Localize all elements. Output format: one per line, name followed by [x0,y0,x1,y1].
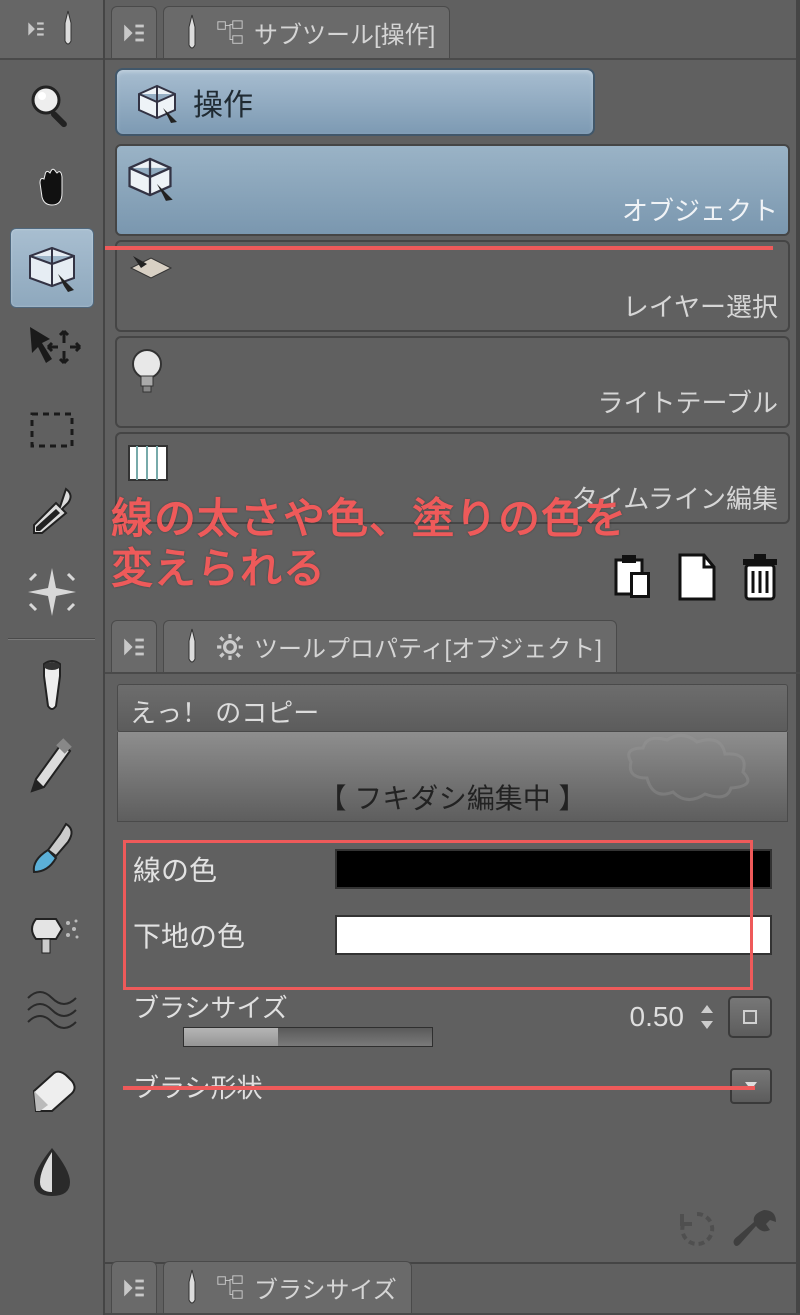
gear-icon [216,627,244,667]
brushsize-tabbar: ブラシサイズ [105,1262,800,1315]
annotation-box [123,840,753,990]
property-tab[interactable]: ツールプロパティ[オブジェクト] [163,620,617,672]
subtool-item-lighttable[interactable]: ライトテーブル [115,336,790,428]
tool-brush[interactable] [10,808,94,888]
tool-eyedropper[interactable] [10,471,94,551]
brush-size-value[interactable]: 0.50 [630,1001,685,1033]
wrench-icon[interactable] [732,1204,782,1254]
subtool-label: ライトテーブル [598,383,778,420]
group-label: 操作 [193,80,253,124]
subtool-title: サブツール[操作] [254,15,435,50]
brush-size-slider[interactable] [183,1027,433,1047]
hierarchy-icon [216,13,244,53]
hierarchy-icon [216,1268,244,1308]
tool-property-panel: ツールプロパティ[オブジェクト] えっ！ のコピー 【 フキダシ編集中 】 線の… [105,618,800,1234]
panel-menu-tab[interactable] [111,6,157,58]
tool-eraser[interactable] [10,1051,94,1131]
refresh-icon[interactable] [676,1208,718,1250]
operation-icon [125,152,175,202]
subtool-tabbar: サブツール[操作] [105,0,800,60]
tool-hand[interactable] [10,147,94,227]
main-area: サブツール[操作] 操作 オブジェクト レイヤー選択 ライトテーブル タイムライ… [105,0,800,1315]
brush-size-label: ブラシサイズ [133,988,620,1025]
pen-icon [178,1268,206,1308]
subtool-label: オブジェクト [622,191,778,228]
menu-icon[interactable] [25,18,47,40]
subtool-item-object[interactable]: オブジェクト [115,144,790,236]
divider [8,638,95,640]
subtool-tab[interactable]: サブツール[操作] [163,6,450,58]
tool-sparkle[interactable] [10,552,94,632]
annotation-line-2 [123,1086,755,1090]
tool-magnifier[interactable] [10,66,94,146]
tool-move[interactable] [10,309,94,389]
annotation-text: 線の太さや色、塗りの色を 変えられる [111,494,627,595]
panel-menu-tab[interactable] [111,620,157,672]
tool-marquee[interactable] [10,390,94,470]
tool-blend[interactable] [10,1132,94,1212]
brush-size-spinner[interactable] [696,1002,718,1032]
operation-icon [135,80,179,124]
tool-airbrush[interactable] [10,889,94,969]
property-tabbar: ツールプロパティ[オブジェクト] [105,618,800,674]
sidebar-header [0,0,103,60]
pen-icon [178,13,206,53]
brush-preview-button[interactable] [728,996,772,1038]
brushsize-tab[interactable]: ブラシサイズ [163,1261,412,1313]
edit-status: 【 フキダシ編集中 】 [117,732,788,822]
tool-marker[interactable] [10,646,94,726]
timeline-icon [125,440,171,486]
new-page-icon[interactable] [668,548,724,606]
subtool-group-button[interactable]: 操作 [115,68,595,136]
subtool-item-layerselect[interactable]: レイヤー選択 [115,240,790,332]
trash-icon[interactable] [732,548,788,606]
brushsize-title: ブラシサイズ [254,1270,397,1305]
lightbulb-icon [125,344,169,400]
tool-operation[interactable] [10,228,94,308]
balloon-preview-icon [617,728,767,808]
subtool-footer-icons [604,548,788,606]
property-title: ツールプロパティ[オブジェクト] [254,629,602,664]
pen-icon [57,9,79,49]
tool-pencil[interactable] [10,727,94,807]
annotation-line-1 [105,246,773,250]
panel-menu-tab[interactable] [111,1261,157,1313]
pen-icon [178,627,206,667]
tool-sidebar [0,0,105,1315]
tool-decoration[interactable] [10,970,94,1050]
object-name-field[interactable]: えっ！ のコピー [117,684,788,732]
layer-select-icon [125,248,175,288]
subtool-label: レイヤー選択 [623,287,778,324]
